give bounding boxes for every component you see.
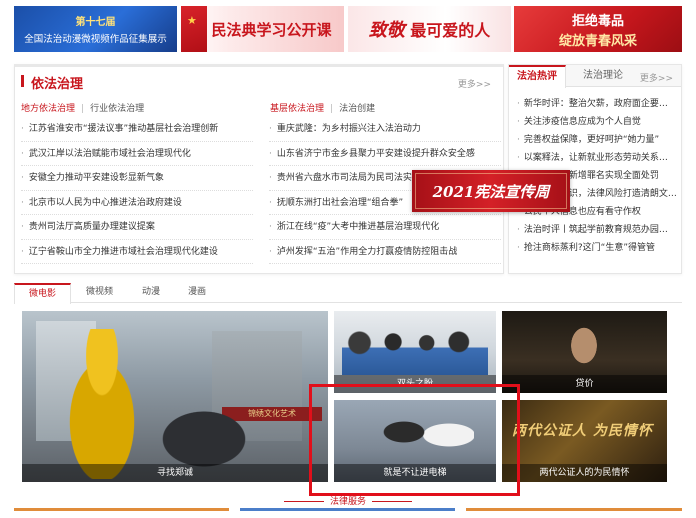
left-news-list: 江苏省淮安市“援法议事”推动基层社会治理创新 武汉江岸以法治赋能市域社会治理现代…: [21, 117, 253, 264]
banner-1-line2: 全国法治动漫微视频作品征集展示: [24, 34, 167, 45]
banner-civil-code-course[interactable]: ★ 民法典学习公开课: [181, 6, 344, 52]
commentary-tabs: 法治热评 法治理论 更多>>: [509, 65, 681, 88]
banner-salute[interactable]: 致敬 最可爱的人: [348, 6, 511, 52]
section-title-text: 法律服务: [329, 497, 366, 507]
tab-hot-commentary[interactable]: 法治热评: [509, 65, 566, 88]
tab-comics[interactable]: 漫画: [174, 283, 220, 303]
news-link[interactable]: 安徽全力推动平安建设彰显新气象: [21, 166, 253, 191]
news-link[interactable]: 山东省济宁市金乡县聚力平安建设提升群众安全感: [269, 142, 501, 166]
thumbnail-scene: [342, 329, 488, 375]
video-thumbnail[interactable]: 两代公证人 为民情怀 两代公证人的为民情怀: [502, 400, 667, 482]
commentary-panel: 法治热评 法治理论 更多>> 新华时评：整治欠薪，政府面企要… 关注涉疫信息应成…: [508, 64, 682, 274]
highlight-box: [309, 384, 520, 496]
divider-bar: [240, 508, 455, 511]
video-tabs: 微电影 微视频 动漫 漫画: [14, 283, 682, 304]
tab-micro-video[interactable]: 微视频: [72, 283, 127, 303]
more-link[interactable]: 更多>>: [458, 77, 491, 90]
commentary-link[interactable]: 关注涉疫信息应成为个人自觉: [517, 113, 677, 131]
commentary-link[interactable]: 新华时评：整治欠薪，政府面企要…: [517, 95, 677, 113]
commentary-link[interactable]: 以案释法，让新就业形态劳动关系…: [517, 149, 677, 167]
banner-4-line1: 拒绝毒品: [571, 13, 624, 29]
video-caption: 两代公证人的为民情怀: [502, 464, 667, 482]
news-link[interactable]: 北京市以人民为中心推进法治政府建设: [21, 191, 253, 215]
divider-bar: [14, 508, 229, 511]
tab-grassroots-governance[interactable]: 基层依法治理: [270, 104, 324, 114]
constitution-week-promo[interactable]: 2021宪法宣传周: [412, 170, 570, 212]
news-link[interactable]: 贵州司法厅高质量办理建议提案: [21, 215, 253, 240]
banner-1-line1: 第十七届: [75, 17, 116, 28]
panel-header: 依法治理 更多>>: [15, 71, 503, 92]
featured-video-thumbnail[interactable]: 锦绣文化艺术 寻找郑诚: [22, 311, 328, 482]
left-subtabs: 地方依法治理 | 行业依法治理: [21, 104, 145, 114]
banner-anti-drug[interactable]: 拒绝毒品 绽放青春风采: [514, 6, 682, 52]
title-accent-bar: [21, 75, 24, 87]
banner-4-line2: 绽放青春风采: [558, 33, 637, 49]
tab-theory[interactable]: 法治理论: [575, 65, 631, 87]
governance-news-panel: 依法治理 更多>> 地方依法治理|行业依法治理 基层依法治理|法治创建 江苏省淮…: [14, 64, 504, 274]
thumbnail-overlay-text: 两代公证人 为民情怀: [512, 423, 653, 439]
section-title-legal-services: 法律服务: [0, 494, 696, 507]
banner-row: 第十七届 全国法治动漫微视频作品征集展示 ★ 民法典学习公开课 致敬 最可爱的人…: [14, 6, 682, 52]
news-link[interactable]: 江苏省淮安市“援法议事”推动基层社会治理创新: [21, 117, 253, 142]
panel-title: 依法治理: [31, 77, 84, 92]
flag-icon: ★: [181, 6, 207, 52]
news-link[interactable]: 泸州发挥“五治”作用全力打赢疫情防控阻击战: [269, 240, 501, 264]
commentary-link[interactable]: 完善权益保障，更好呵护“她力量”: [517, 131, 677, 149]
section-divider-bars: [14, 508, 682, 512]
banner-2-text: 民法典学习公开课: [211, 20, 332, 39]
thumbnail-scene: [132, 391, 252, 471]
tab-animation[interactable]: 动漫: [128, 283, 174, 303]
more-link[interactable]: 更多>>: [640, 71, 673, 84]
video-thumbnail[interactable]: 双头之盼: [334, 311, 496, 393]
news-link[interactable]: 武汉江岸以法治赋能市域社会治理现代化: [21, 142, 253, 166]
banner-animation-contest[interactable]: 第十七届 全国法治动漫微视频作品征集展示: [14, 6, 177, 52]
tab-micro-film[interactable]: 微电影: [14, 283, 72, 304]
commentary-link[interactable]: 法治时评丨筑起学前教育规范办园…: [517, 221, 677, 239]
tab-rule-of-law-creation[interactable]: 法治创建: [339, 104, 375, 114]
video-thumbnail[interactable]: 贷价: [502, 311, 667, 393]
thumbnail-scene: [564, 323, 604, 373]
tab-local-governance[interactable]: 地方依法治理: [21, 104, 75, 114]
banner-3-text: 致敬 最可爱的人: [368, 20, 491, 41]
news-link[interactable]: 辽宁省鞍山市全力推进市域社会治理现代化建设: [21, 240, 253, 264]
news-link[interactable]: 浙江在线“疫”大考中推进基层治理现代化: [269, 215, 501, 240]
video-caption: 寻找郑诚: [22, 464, 328, 482]
tab-industry-governance[interactable]: 行业依法治理: [90, 104, 144, 114]
divider-bar: [466, 508, 682, 511]
video-caption: 贷价: [502, 375, 667, 393]
right-subtabs: 基层依法治理 | 法治创建: [270, 104, 376, 114]
news-link[interactable]: 重庆武隆：为乡村振兴注入法治动力: [269, 117, 501, 142]
commentary-link[interactable]: 抢注商标蒸利?这门“生意”得管管: [517, 239, 677, 257]
